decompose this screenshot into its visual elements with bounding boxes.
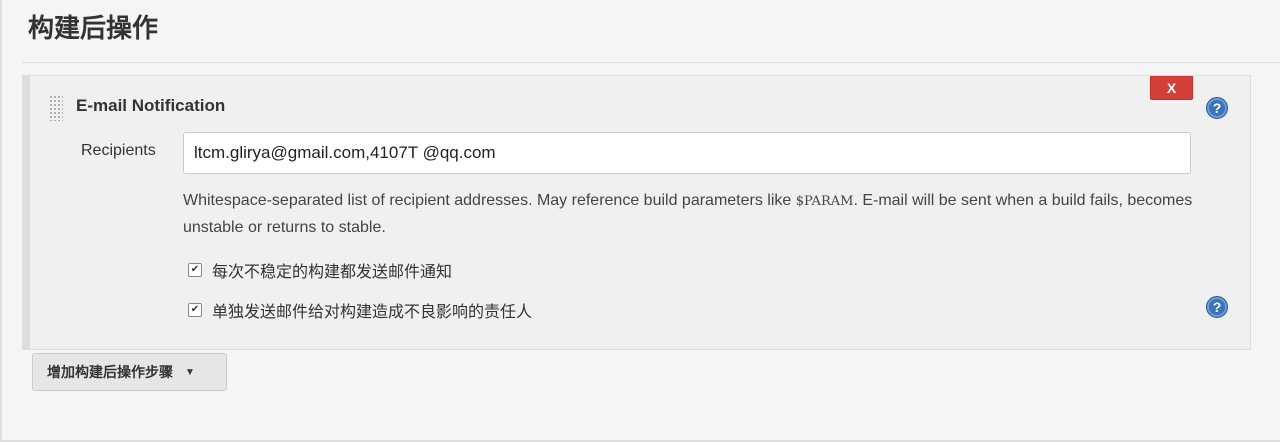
add-step-label: 增加构建后操作步骤 (47, 364, 173, 380)
delete-button[interactable]: X (1150, 76, 1193, 100)
add-post-build-step-button[interactable]: 增加构建后操作步骤 ▼ (32, 353, 227, 391)
page-left-border (0, 0, 2, 442)
panel-title: E-mail Notification (76, 96, 226, 115)
checkbox-unstable-label: 每次不稳定的构建都发送邮件通知 (212, 264, 453, 281)
recipients-input[interactable] (183, 132, 1191, 174)
checkbox-checked-icon[interactable]: ✔ (188, 303, 202, 317)
section-title: 构建后操作 (28, 14, 159, 44)
param-code: $PARAM (795, 194, 854, 209)
help-icon[interactable]: ? (1206, 97, 1228, 119)
checkbox-unstable[interactable]: ✔ 每次不稳定的构建都发送邮件通知 (188, 258, 452, 282)
checkbox-individual[interactable]: ✔ 单独发送邮件给对构建造成不良影响的责任人 (188, 298, 532, 322)
checkbox-individual-label: 单独发送邮件给对构建造成不良影响的责任人 (212, 304, 533, 321)
drag-handle-icon[interactable] (49, 95, 63, 121)
panel-accent-bar (22, 75, 30, 350)
help-icon[interactable]: ? (1206, 296, 1228, 318)
caret-down-icon: ▼ (185, 366, 195, 378)
recipients-description: Whitespace-separated list of recipient a… (183, 188, 1193, 241)
checkbox-checked-icon[interactable]: ✔ (188, 263, 202, 277)
email-notification-panel: E-mail Notification X ? Recipients White… (22, 75, 1251, 350)
recipients-label: Recipients (81, 142, 156, 159)
divider (22, 62, 1280, 63)
description-text: Whitespace-separated list of recipient a… (183, 192, 796, 209)
